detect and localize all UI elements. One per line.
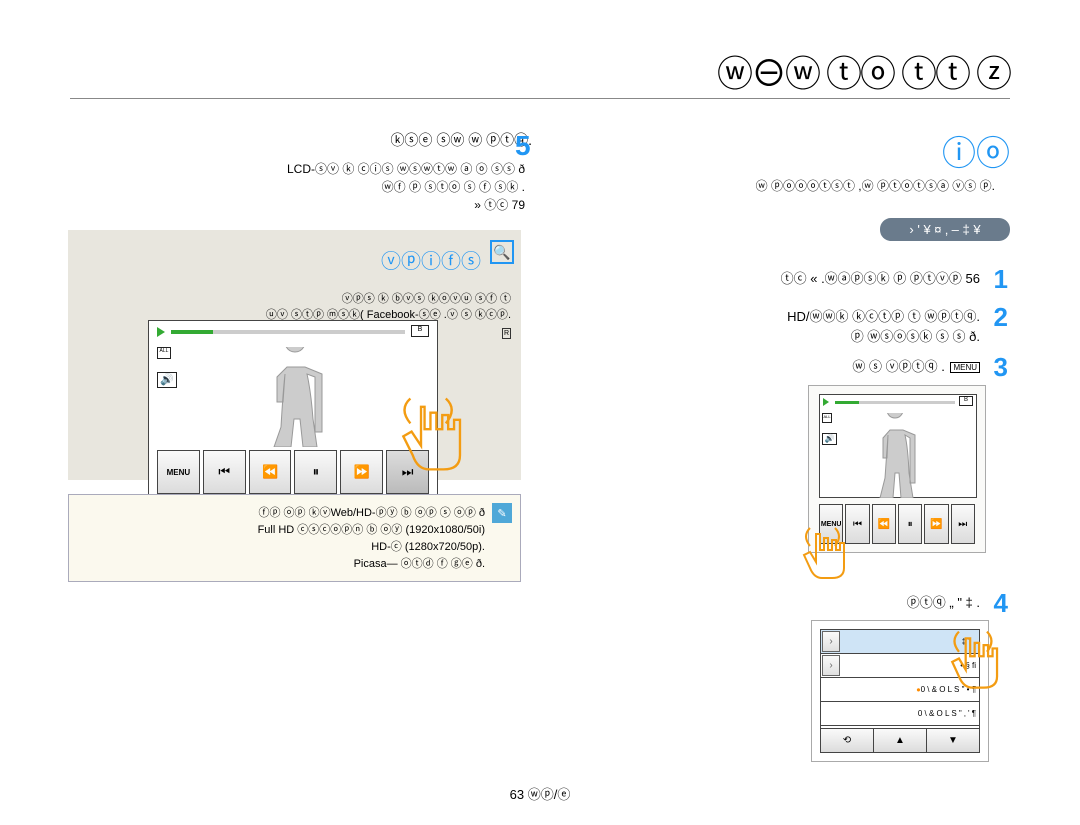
step4-num: 4 bbox=[994, 588, 1008, 619]
section-header: ⓘⓞ bbox=[942, 126, 1010, 175]
step5-para: LCD-ⓢⓥ ⓚ ⓒⓘⓢ ⓦⓢⓦⓣⓦ ⓐ ⓞ ⓢⓢ ð . ⓦⓕ ⓟ ⓢⓣⓞ ⓢ… bbox=[70, 160, 525, 214]
speaker-icon[interactable]: 🔊 bbox=[157, 372, 177, 388]
magnifier-icon: 🔍 bbox=[490, 240, 514, 264]
step2-num: 2 bbox=[994, 302, 1008, 333]
menu-down-button[interactable]: ▼ bbox=[927, 729, 979, 752]
menu-button[interactable]: MENU bbox=[157, 450, 200, 494]
menu-arrow-icon: › bbox=[822, 655, 840, 676]
video-screen: B ALL 🔊 bbox=[819, 394, 977, 498]
prev-button[interactable]: ⏮ bbox=[203, 450, 246, 494]
step1-num: 1 bbox=[994, 264, 1008, 295]
step5-num: 5 bbox=[515, 130, 531, 162]
touch-hand-icon bbox=[398, 395, 470, 480]
play-indicator-icon bbox=[157, 327, 165, 337]
b-indicator: B bbox=[959, 396, 973, 406]
page-title: ⓦ⊖ⓦ ⓣⓞ ⓣⓣ ⓩ bbox=[717, 45, 1010, 97]
step3-num: 3 bbox=[994, 352, 1008, 383]
note-icon: ✎ bbox=[492, 503, 512, 523]
step3-text: MENU . ⓦ ⓢ ⓥⓟⓣⓠ bbox=[580, 356, 980, 375]
all-indicator: ALL bbox=[822, 413, 832, 423]
rewind-button[interactable]: ⏪ bbox=[249, 450, 292, 494]
menu-back-button[interactable]: ⟲ bbox=[821, 729, 874, 752]
video-silhouette bbox=[267, 347, 337, 447]
player-controls: MENU ⏮ ⏪ ⏸ ⏩ ⏭ bbox=[157, 450, 429, 494]
title-rule bbox=[70, 98, 1010, 99]
play-indicator-icon bbox=[823, 398, 829, 406]
facebook-icon-chip: R bbox=[502, 328, 511, 339]
menu-bottom-bar: ⟲ ▲ ▼ bbox=[821, 728, 979, 752]
step5-label: .ⓚⓢⓔ ⓢⓦ ⓦ ⓟⓣⓠ bbox=[390, 130, 532, 150]
note-text: ⓕⓟ ⓞⓟ ⓚⓥWeb/HD-ⓟⓨ ⓑ ⓞⓟ ⓢ ⓞⓟ ð (1920x1080… bbox=[79, 505, 485, 573]
video-silhouette bbox=[875, 413, 925, 498]
section-sub: .ⓦ ⓟⓞⓞⓞⓣⓢⓣ ,ⓦ ⓟⓣⓞⓣⓢⓐ ⓥⓢ ⓟ bbox=[555, 177, 995, 195]
pause-button[interactable]: ⏸ bbox=[898, 504, 922, 544]
step1-text: 56 ⓣⓒ « .ⓦⓐⓟⓢⓚ ⓟ ⓟⓣⓥⓟ bbox=[580, 268, 980, 287]
menu-arrow-icon: › bbox=[822, 631, 840, 652]
step2b-text: .ⓟ ⓦⓢⓞⓢⓚ ⓢ ⓢ ð bbox=[580, 326, 980, 345]
progress-bar: B bbox=[157, 327, 429, 337]
tip-tab: › ' ¥ ¤ ‚ – ‡ ¥ bbox=[880, 218, 1010, 241]
pause-button[interactable]: ⏸ bbox=[294, 450, 337, 494]
rewind-button[interactable]: ⏪ bbox=[872, 504, 896, 544]
touch-hand-icon bbox=[950, 628, 1006, 698]
speaker-icon[interactable]: 🔊 bbox=[822, 433, 837, 445]
forward-button[interactable]: ⏩ bbox=[924, 504, 948, 544]
menu-row-4[interactable]: 0 \ & O L S " ‚ ' ¶ bbox=[821, 702, 979, 726]
menu-chip: MENU bbox=[950, 362, 980, 373]
step4-text: . ‡ " „ ⓟⓣⓠ bbox=[580, 592, 980, 611]
next-button[interactable]: ⏭ bbox=[951, 504, 975, 544]
video-player-large: B ALL 🔊 MENU ⏮ ⏪ ⏸ ⏩ ⏭ bbox=[148, 320, 438, 500]
forward-button[interactable]: ⏩ bbox=[340, 450, 383, 494]
b-indicator: B bbox=[411, 325, 429, 337]
all-indicator: ALL bbox=[157, 347, 171, 359]
note-box: ✎ ⓕⓟ ⓞⓟ ⓚⓥWeb/HD-ⓟⓨ ⓑ ⓞⓟ ⓢ ⓞⓟ ð (1920x10… bbox=[68, 494, 521, 582]
touch-hand-icon bbox=[802, 526, 852, 586]
tip-header: ⓥⓟⓘⓕⓢ bbox=[381, 245, 481, 274]
menu-up-button[interactable]: ▲ bbox=[874, 729, 927, 752]
page-number: 63 ⓦⓟ/ⓔ bbox=[0, 784, 1080, 803]
step2-text: .HD/ⓦⓦⓚ ⓚⓒⓣⓟ ⓣ ⓦⓟⓣⓠ bbox=[580, 306, 980, 325]
progress-bar: B bbox=[823, 398, 973, 406]
manual-page: ⓦ⊖ⓦ ⓣⓞ ⓣⓣ ⓩ .ⓚⓢⓔ ⓢⓦ ⓦ ⓟⓣⓠ 5 LCD-ⓢⓥ ⓚ ⓒⓘⓢ… bbox=[0, 0, 1080, 825]
